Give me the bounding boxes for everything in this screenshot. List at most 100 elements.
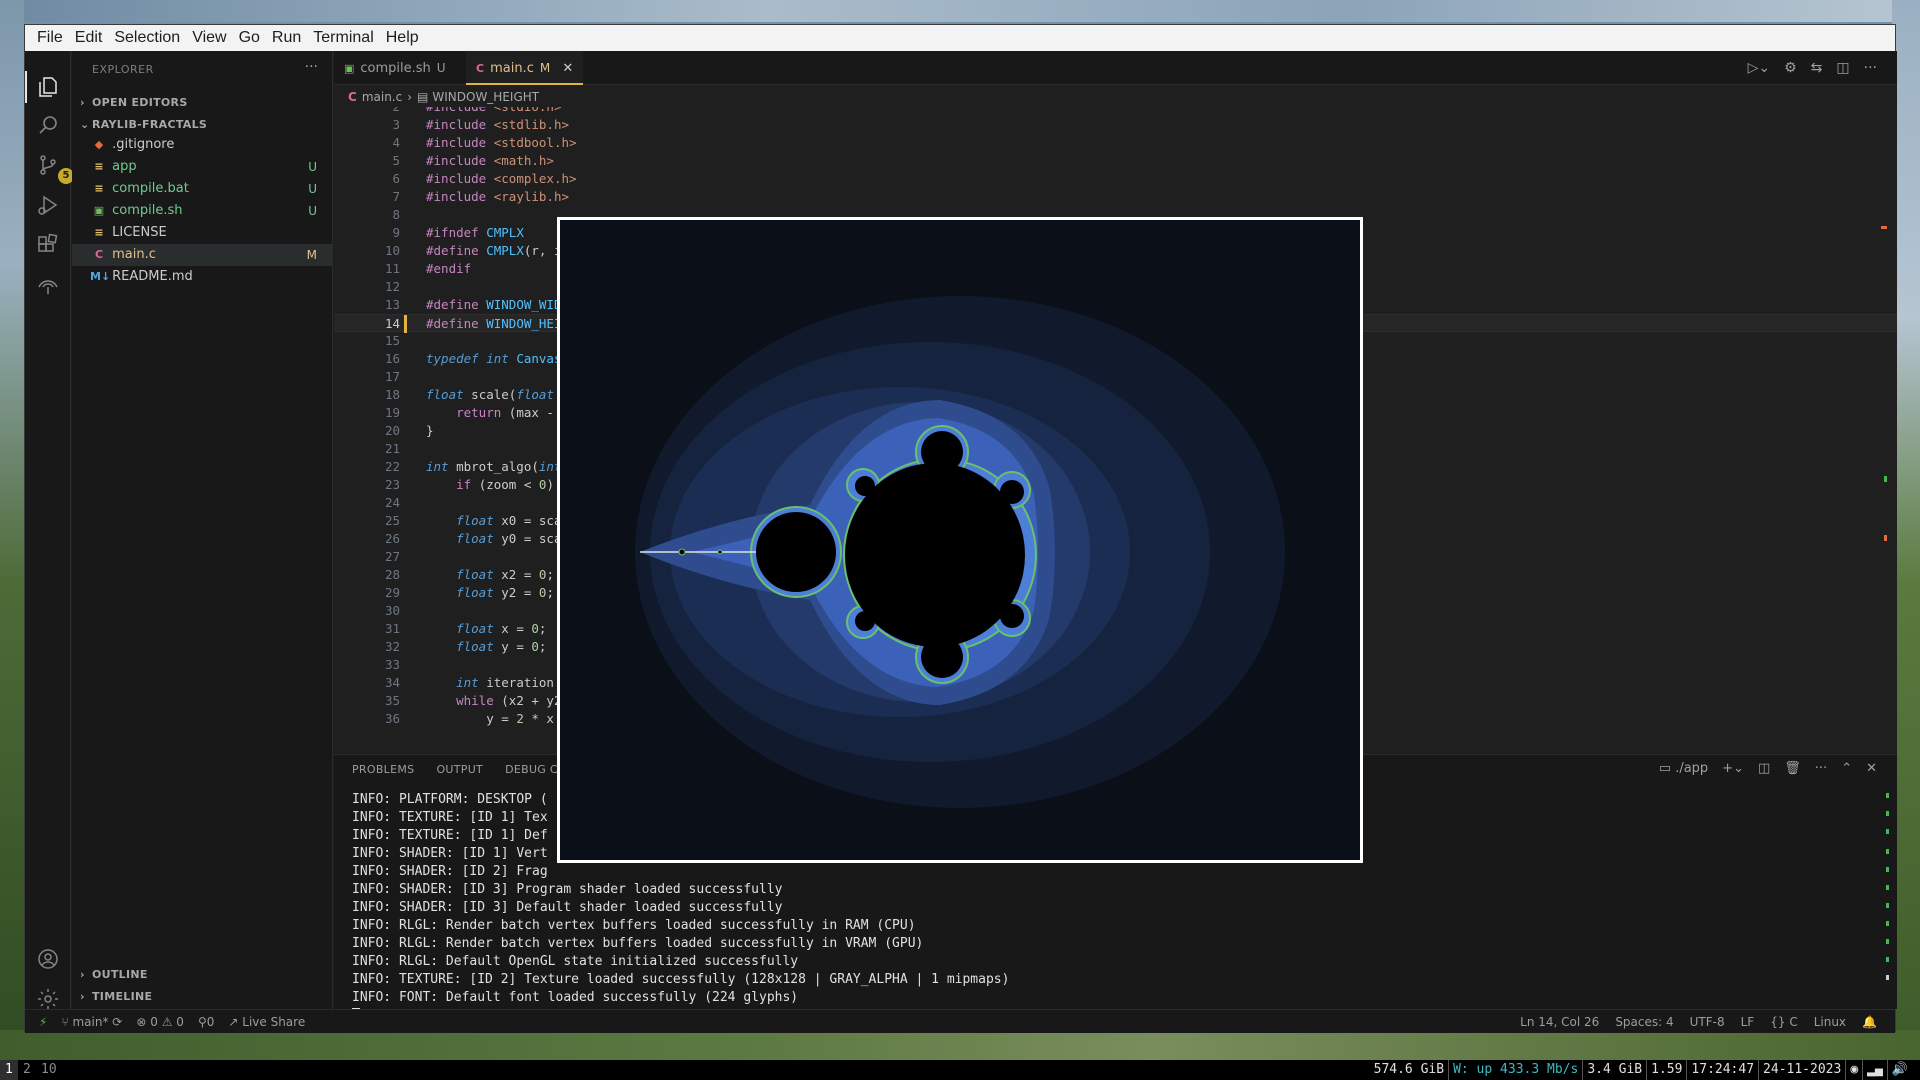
account-icon[interactable] — [36, 947, 60, 971]
line-text: int mbrot_algo(int r — [426, 459, 577, 474]
close-icon[interactable]: ✕ — [562, 61, 573, 76]
line-number: 36 — [384, 711, 400, 726]
encoding[interactable]: UTF-8 — [1690, 1010, 1725, 1034]
line-number: 7 — [392, 189, 400, 204]
file-compile-sh[interactable]: ▣ compile.sh U — [72, 200, 333, 222]
open-editors-section[interactable]: › OPEN EDITORS — [80, 96, 188, 109]
file-app[interactable]: ≡ app U — [72, 156, 333, 178]
settings-gear-icon[interactable] — [36, 987, 60, 1011]
raylib-app-window[interactable] — [557, 217, 1363, 863]
file-main-c[interactable]: C main.c M — [72, 244, 333, 266]
more-actions-icon[interactable]: ··· — [305, 59, 318, 75]
line-number: 29 — [384, 585, 400, 600]
volume-tray-icon[interactable]: 🔊 — [1886, 1060, 1912, 1080]
menu-run[interactable]: Run — [266, 29, 307, 47]
run-debug-icon[interactable] — [36, 193, 60, 217]
line-number: 25 — [384, 513, 400, 528]
end-of-line[interactable]: LF — [1741, 1010, 1755, 1034]
tab-main-c[interactable]: Cmain.c M ✕ — [466, 51, 584, 85]
menu-selection[interactable]: Selection — [108, 29, 186, 47]
close-panel-icon[interactable]: ✕ — [1866, 761, 1877, 776]
open-changes-icon[interactable]: ⇆ — [1811, 60, 1823, 76]
line-number: 31 — [384, 621, 400, 636]
code-line[interactable]: 5 #include <math.h> — [334, 152, 1897, 170]
file-compile-bat[interactable]: ≡ compile.bat U — [72, 178, 333, 200]
git-status: U — [308, 160, 317, 174]
warning-count: 0 — [176, 1015, 184, 1029]
scroll-marker — [1886, 793, 1889, 798]
line-text: float y = 0; — [456, 639, 547, 654]
code-line[interactable]: 7 #include <raylib.h> — [334, 188, 1897, 206]
add-terminal-icon[interactable]: +⌄ — [1722, 761, 1744, 776]
outline-section[interactable]: › OUTLINE — [80, 968, 148, 981]
scroll-marker — [1886, 921, 1889, 926]
source-control-icon[interactable]: 5 — [36, 153, 74, 184]
terminal-instance[interactable]: ▭ ./app — [1659, 761, 1708, 776]
more-actions-icon[interactable]: ··· — [1864, 60, 1877, 76]
language-mode[interactable]: {} C — [1770, 1010, 1798, 1034]
run-icon[interactable]: ▷⌄ — [1748, 60, 1771, 76]
platform[interactable]: Linux — [1814, 1010, 1846, 1034]
remote-indicator-icon[interactable]: ⚡ — [39, 1010, 47, 1034]
split-terminal-icon[interactable]: ◫ — [1758, 761, 1770, 776]
workspace-10[interactable]: 10 — [36, 1060, 62, 1080]
split-editor-icon[interactable]: ◫ — [1836, 60, 1849, 76]
line-number: 26 — [384, 531, 400, 546]
chevron-right-icon: › — [407, 90, 413, 104]
line-number: 32 — [384, 639, 400, 654]
braces-icon: {} — [1770, 1015, 1786, 1029]
file-name: .gitignore — [112, 137, 175, 152]
code-line[interactable]: 4 #include <stdbool.h> — [334, 134, 1897, 152]
project-section[interactable]: ⌄ RAYLIB-FRACTALS — [80, 118, 207, 131]
branch-indicator[interactable]: ⑂ main* ⟳ — [61, 1010, 122, 1034]
ports-indicator[interactable]: ⚲0 — [198, 1010, 214, 1034]
code-line[interactable]: 2 #include <stdio.h> — [334, 107, 1897, 116]
menu-go[interactable]: Go — [233, 29, 266, 47]
indentation[interactable]: Spaces: 4 — [1615, 1010, 1673, 1034]
terminal-icon: ▭ — [1658, 761, 1672, 776]
chevron-right-icon: › — [80, 96, 85, 109]
maximize-panel-icon[interactable]: ⌃ — [1841, 761, 1852, 776]
disk-free: 574.6 GiB — [1373, 1062, 1445, 1077]
file-license[interactable]: ≡ LICENSE — [72, 222, 333, 244]
line-text: #endif — [426, 261, 472, 276]
breadcrumb-file[interactable]: main.c — [362, 90, 402, 104]
notifications-bell-icon[interactable]: 🔔 — [1862, 1010, 1877, 1034]
gear-icon[interactable]: ⚙ — [1784, 60, 1797, 76]
workspace-1[interactable]: 1 — [0, 1060, 18, 1080]
problems-indicator[interactable]: ⊗ 0 ⚠ 0 — [136, 1010, 184, 1034]
trash-icon[interactable]: 🗑 — [1784, 761, 1801, 776]
menu-file[interactable]: File — [31, 29, 69, 47]
discord-tray-icon[interactable]: ◉ — [1845, 1060, 1862, 1080]
remote-explorer-icon[interactable] — [36, 273, 60, 297]
terminal-line: INFO: TEXTURE: [ID 2] Texture loaded suc… — [352, 972, 1010, 987]
error-icon: ⊗ — [136, 1015, 147, 1029]
code-line[interactable]: 3 #include <stdlib.h> — [334, 116, 1897, 134]
search-icon[interactable] — [36, 113, 60, 137]
branch-name: main* — [72, 1015, 109, 1029]
cursor-position[interactable]: Ln 14, Col 26 — [1520, 1010, 1599, 1034]
more-actions-icon[interactable]: ··· — [1815, 761, 1827, 776]
menu-edit[interactable]: Edit — [69, 29, 109, 47]
menu-help[interactable]: Help — [380, 29, 425, 47]
system-status: 574.6 GiB W: up 433.3 Mb/s 3.4 GiB 1.59 … — [1370, 1060, 1912, 1080]
network-tray-icon[interactable]: ▂▄ — [1862, 1060, 1887, 1080]
workspace-2[interactable]: 2 — [18, 1060, 36, 1080]
menu-terminal[interactable]: Terminal — [307, 29, 379, 47]
explorer-icon[interactable] — [36, 75, 60, 99]
menu-view[interactable]: View — [186, 29, 232, 47]
terminal-line: INFO: FONT: Default font loaded successf… — [352, 990, 799, 1005]
tab-problems[interactable]: PROBLEMS — [352, 763, 414, 776]
chevron-down-icon: ⌄ — [80, 118, 90, 131]
tab-compile-sh[interactable]: ▣ compile.sh U — [334, 51, 456, 85]
live-share-button[interactable]: ↗ Live Share — [228, 1010, 305, 1034]
timeline-section[interactable]: › TIMELINE — [80, 990, 152, 1003]
tab-output[interactable]: OUTPUT — [436, 763, 483, 776]
line-number: 10 — [384, 243, 400, 258]
breadcrumb-symbol[interactable]: WINDOW_HEIGHT — [432, 90, 539, 104]
code-line[interactable]: 6 #include <complex.h> — [334, 170, 1897, 188]
file-gitignore[interactable]: ◆ .gitignore — [72, 134, 333, 156]
project-label: RAYLIB-FRACTALS — [92, 118, 208, 131]
extensions-icon[interactable] — [36, 233, 60, 257]
file-readme[interactable]: M↓ README.md — [72, 266, 333, 288]
